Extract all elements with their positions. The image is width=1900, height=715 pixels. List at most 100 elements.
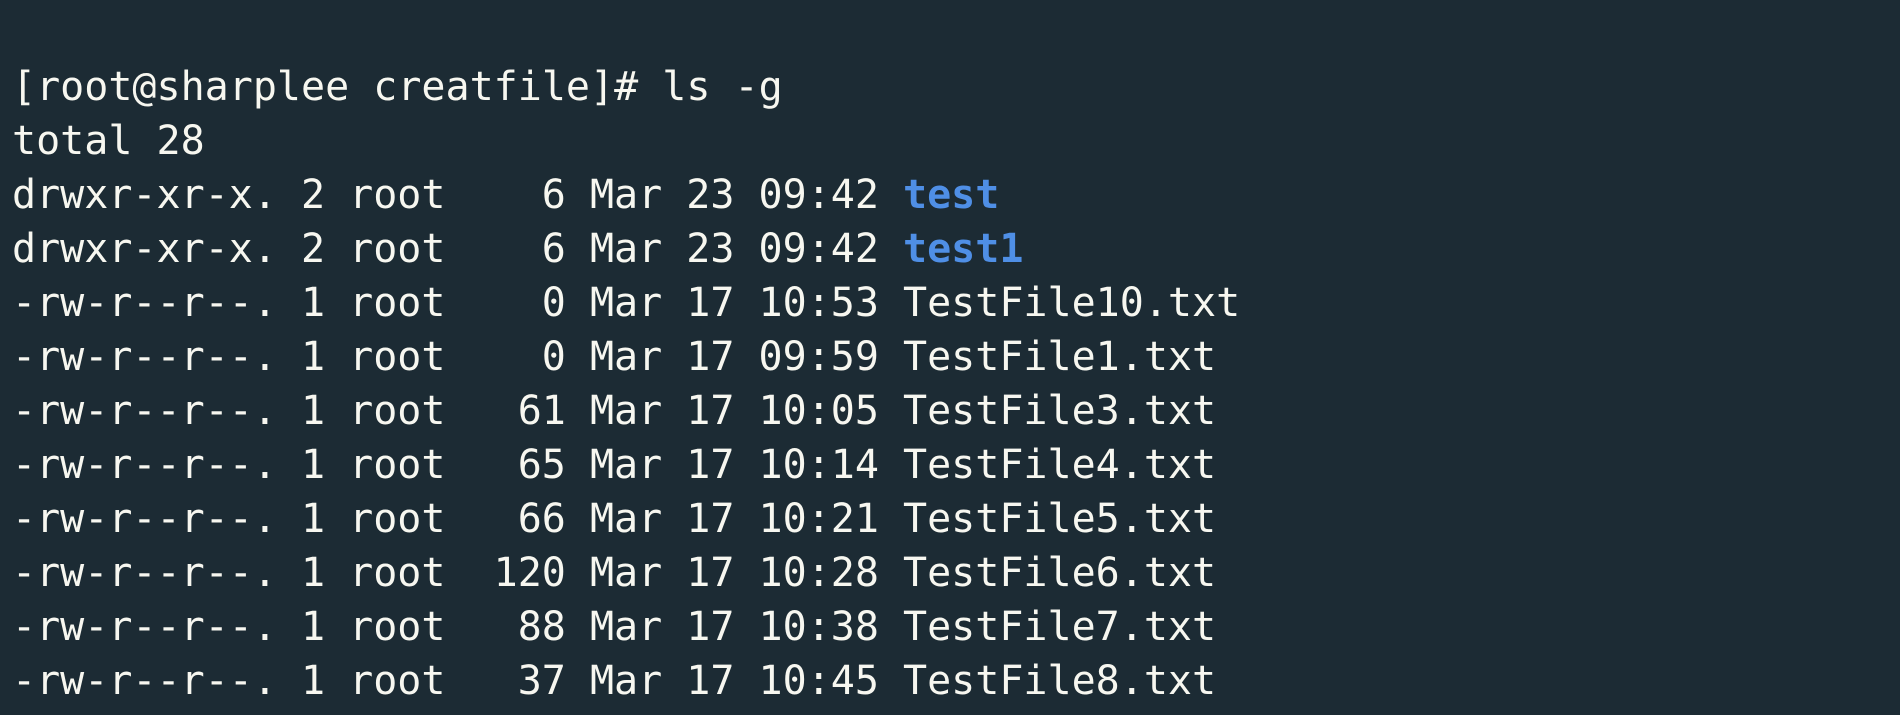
terminal-output[interactable]: [root@sharplee creatfile]# ls -g total 2… — [0, 0, 1900, 708]
group: root — [349, 654, 469, 708]
list-item: -rw-r--r--.1root0 Mar1709:59TestFile1.tx… — [12, 334, 1216, 380]
group: root — [349, 276, 469, 330]
month: Mar — [590, 168, 686, 222]
size: 61 — [470, 384, 566, 438]
month: Mar — [590, 384, 686, 438]
link-count: 1 — [301, 492, 349, 546]
link-count: 1 — [301, 384, 349, 438]
month: Mar — [590, 438, 686, 492]
list-item: -rw-r--r--.1root37 Mar1710:45TestFile8.t… — [12, 658, 1216, 704]
day: 17 — [686, 384, 758, 438]
file-name: TestFile1.txt — [903, 334, 1216, 380]
month: Mar — [590, 492, 686, 546]
file-name: TestFile6.txt — [903, 550, 1216, 596]
prompt-user: root — [36, 64, 132, 110]
size: 65 — [470, 438, 566, 492]
link-count: 2 — [301, 222, 349, 276]
time: 10:53 — [759, 276, 903, 330]
prompt-command: ls -g — [662, 64, 782, 110]
file-name: TestFile8.txt — [903, 658, 1216, 704]
list-item: -rw-r--r--.1root88 Mar1710:38TestFile7.t… — [12, 604, 1216, 650]
time: 10:05 — [759, 384, 903, 438]
file-name: TestFile4.txt — [903, 442, 1216, 488]
group: root — [349, 222, 469, 276]
file-name: TestFile3.txt — [903, 388, 1216, 434]
permissions: -rw-r--r--. — [12, 600, 301, 654]
group: root — [349, 384, 469, 438]
link-count: 2 — [301, 168, 349, 222]
list-item: -rw-r--r--.1root0 Mar1710:53TestFile10.t… — [12, 280, 1240, 326]
time: 09:42 — [759, 168, 903, 222]
day: 17 — [686, 438, 758, 492]
permissions: -rw-r--r--. — [12, 546, 301, 600]
file-name: TestFile7.txt — [903, 604, 1216, 650]
list-item: -rw-r--r--.1root61 Mar1710:05TestFile3.t… — [12, 388, 1216, 434]
file-name: TestFile5.txt — [903, 496, 1216, 542]
day: 17 — [686, 600, 758, 654]
group: root — [349, 492, 469, 546]
month: Mar — [590, 600, 686, 654]
size: 66 — [470, 492, 566, 546]
day: 17 — [686, 330, 758, 384]
file-name: test — [903, 172, 999, 218]
day: 17 — [686, 276, 758, 330]
time: 10:14 — [759, 438, 903, 492]
prompt-cwd: creatfile — [373, 64, 590, 110]
group: root — [349, 330, 469, 384]
permissions: -rw-r--r--. — [12, 384, 301, 438]
permissions: -rw-r--r--. — [12, 276, 301, 330]
permissions: -rw-r--r--. — [12, 492, 301, 546]
prompt-host: sharplee — [157, 64, 350, 110]
size: 6 — [470, 222, 566, 276]
link-count: 1 — [301, 330, 349, 384]
group: root — [349, 168, 469, 222]
list-item: -rw-r--r--.1root65 Mar1710:14TestFile4.t… — [12, 442, 1216, 488]
time: 09:42 — [759, 222, 903, 276]
time: 10:21 — [759, 492, 903, 546]
size: 6 — [470, 168, 566, 222]
day: 17 — [686, 654, 758, 708]
permissions: drwxr-xr-x. — [12, 222, 301, 276]
link-count: 1 — [301, 438, 349, 492]
total-count: 28 — [157, 118, 205, 164]
total-line: total 28 — [12, 118, 205, 164]
prompt-line: [root@sharplee creatfile]# ls -g — [12, 64, 783, 110]
size: 37 — [470, 654, 566, 708]
prompt-symbol: # — [614, 64, 638, 110]
file-name: TestFile10.txt — [903, 280, 1240, 326]
size: 88 — [470, 600, 566, 654]
time: 10:28 — [759, 546, 903, 600]
day: 23 — [686, 168, 758, 222]
day: 17 — [686, 546, 758, 600]
month: Mar — [590, 330, 686, 384]
link-count: 1 — [301, 276, 349, 330]
link-count: 1 — [301, 600, 349, 654]
list-item: -rw-r--r--.1root120 Mar1710:28TestFile6.… — [12, 550, 1216, 596]
list-item: -rw-r--r--.1root66 Mar1710:21TestFile5.t… — [12, 496, 1216, 542]
time: 10:38 — [759, 600, 903, 654]
size: 120 — [470, 546, 566, 600]
size: 0 — [470, 276, 566, 330]
list-item: drwxr-xr-x.2root6 Mar2309:42test1 — [12, 226, 1023, 272]
time: 10:45 — [759, 654, 903, 708]
month: Mar — [590, 546, 686, 600]
permissions: -rw-r--r--. — [12, 330, 301, 384]
link-count: 1 — [301, 654, 349, 708]
file-name: test1 — [903, 226, 1023, 272]
group: root — [349, 546, 469, 600]
day: 23 — [686, 222, 758, 276]
list-item: drwxr-xr-x.2root6 Mar2309:42test — [12, 172, 999, 218]
link-count: 1 — [301, 546, 349, 600]
permissions: -rw-r--r--. — [12, 438, 301, 492]
time: 09:59 — [759, 330, 903, 384]
day: 17 — [686, 492, 758, 546]
size: 0 — [470, 330, 566, 384]
month: Mar — [590, 654, 686, 708]
group: root — [349, 600, 469, 654]
total-label: total — [12, 118, 132, 164]
permissions: -rw-r--r--. — [12, 654, 301, 708]
listing: drwxr-xr-x.2root6 Mar2309:42test drwxr-x… — [12, 168, 1900, 708]
group: root — [349, 438, 469, 492]
month: Mar — [590, 222, 686, 276]
permissions: drwxr-xr-x. — [12, 168, 301, 222]
